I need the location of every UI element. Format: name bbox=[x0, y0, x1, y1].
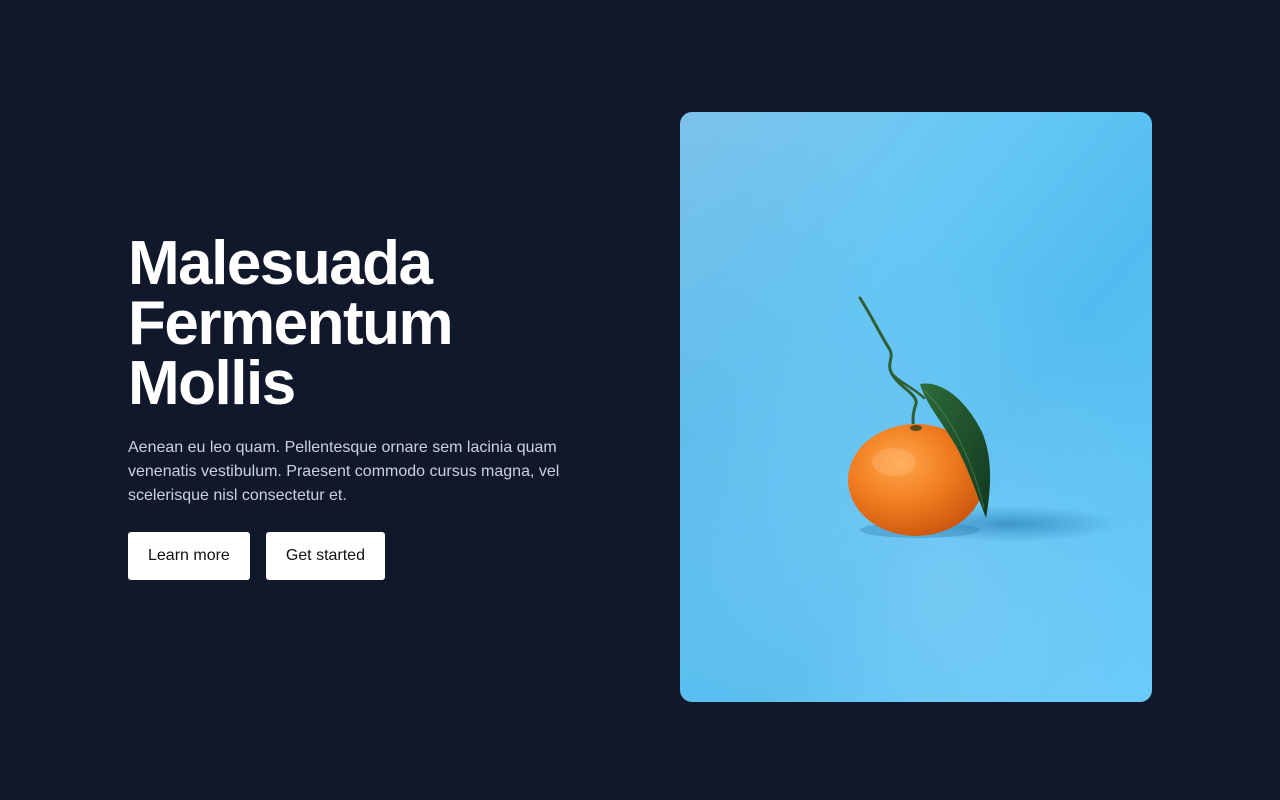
get-started-button[interactable]: Get started bbox=[265, 532, 385, 580]
orange-highlight bbox=[872, 448, 916, 476]
hero-section: Malesuada Fermentum Mollis Aenean eu leo… bbox=[128, 229, 588, 580]
hero-image bbox=[680, 112, 1152, 702]
hero-title-line-2: Fermentum bbox=[128, 289, 454, 358]
hero-title-line-3: Mollis bbox=[128, 349, 296, 418]
hero-button-row: Learn more Get started bbox=[128, 532, 588, 580]
orange-photo bbox=[680, 112, 1152, 702]
learn-more-button[interactable]: Learn more bbox=[128, 532, 250, 580]
hero-description: Aenean eu leo quam. Pellentesque ornare … bbox=[128, 439, 560, 504]
hero-title-line-1: Malesuada bbox=[128, 229, 433, 298]
hero-title: Malesuada Fermentum Mollis bbox=[128, 229, 588, 418]
orange-calyx bbox=[910, 425, 922, 431]
